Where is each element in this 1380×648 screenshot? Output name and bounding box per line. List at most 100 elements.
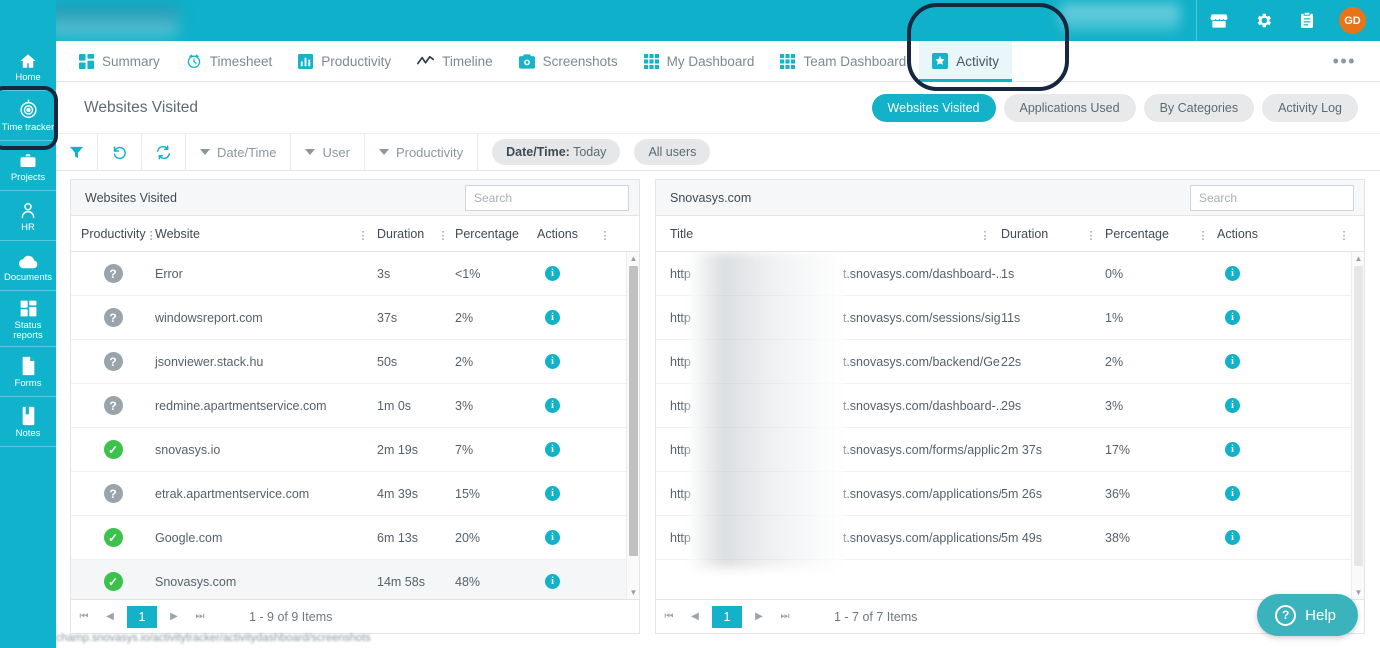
info-icon[interactable]: i [1225,486,1240,501]
table-row[interactable]: http t.snovasys.com/forms/applic... 2m 37s… [656,428,1364,472]
segment-by-categories[interactable]: By Categories [1143,93,1255,122]
sidebar-item-notes[interactable]: Notes [0,397,56,447]
segment-websites-visited[interactable]: Websites Visited [871,93,996,122]
left-pager-info: 1 - 9 of 9 Items [249,609,333,624]
table-row[interactable]: ✓ Snovasys.com 14m 58s 48% i [71,560,639,599]
gear-icon[interactable] [1241,0,1285,41]
info-icon[interactable]: i [545,442,560,457]
info-icon[interactable]: i [545,574,560,589]
last-page-icon[interactable]: ⏭ [187,600,213,634]
right-scroll-thumb[interactable] [1354,266,1363,566]
next-page-icon[interactable]: ▶ [161,600,187,634]
table-row[interactable]: http t.snovasys.com/sessions/sig... 11s 1% i [656,296,1364,340]
first-page-icon[interactable]: ⏮ [656,600,682,634]
check-circle-icon[interactable]: ✓ [103,572,123,591]
column-menu-title-icon[interactable]: ⋮ [979,230,991,241]
info-icon[interactable]: i [545,354,560,369]
info-icon[interactable]: i [1225,266,1240,281]
table-row[interactable]: ✓ Google.com 6m 13s 20% i [71,516,639,560]
question-circle-icon[interactable]: ? [103,308,123,327]
tab-screenshots[interactable]: Screenshots [506,41,631,82]
table-row[interactable]: ? jsonviewer.stack.hu 50s 2% i [71,340,639,384]
left-panel-search-input[interactable] [465,185,629,211]
filter-dropdown-user[interactable]: User [291,133,365,171]
sidebar-item-home[interactable]: Home [0,41,56,91]
filter-chip-datetime[interactable]: Date/Time: Today [492,139,621,165]
table-row[interactable]: ? Error 3s <1% i [71,252,639,296]
tab-my-dashboard[interactable]: My Dashboard [631,41,768,82]
filter-chip-all-users[interactable]: All users [634,139,711,165]
first-page-icon[interactable]: ⏮ [71,600,97,634]
info-icon[interactable]: i [1225,354,1240,369]
info-icon[interactable]: i [545,530,560,545]
table-row[interactable]: ? redmine.apartmentservice.com 1m 0s 3% i [71,384,639,428]
table-row[interactable]: http t.snovasys.com/backend/Ge... 22s 2% i [656,340,1364,384]
tab-team-dashboard[interactable]: Team Dashboard [767,41,919,82]
column-menu-duration-icon[interactable]: ⋮ [1085,230,1097,241]
info-icon[interactable]: i [545,486,560,501]
column-menu-duration-icon[interactable]: ⋮ [437,230,449,241]
table-row[interactable]: http t.snovasys.com/dashboard-... 29s 3% i [656,384,1364,428]
tab-productivity[interactable]: Productivity [285,41,404,82]
undo-icon[interactable] [98,133,142,171]
store-icon[interactable] [1197,0,1241,41]
refresh-icon[interactable] [142,133,186,171]
tab-timesheet[interactable]: Timesheet [173,41,286,82]
sidebar-item-projects[interactable]: Projects [0,141,56,191]
tab-activity[interactable]: Activity [919,40,1013,82]
question-circle-icon[interactable]: ? [103,352,123,371]
tab-timeline[interactable]: Timeline [404,41,506,82]
right-panel-search-input[interactable] [1190,185,1354,211]
page-number-1[interactable]: 1 [712,605,742,628]
info-icon[interactable]: i [1225,398,1240,413]
more-options-icon[interactable]: ••• [1333,41,1356,82]
sidebar-item-hr[interactable]: HR [0,191,56,241]
table-row[interactable]: http t.snovasys.com/dashboard-... 1s 0% i [656,252,1364,296]
check-circle-icon[interactable]: ✓ [103,440,123,459]
prev-page-icon[interactable]: ◀ [97,600,123,634]
scroll-up-icon[interactable]: ▲ [627,252,639,265]
info-icon[interactable]: i [1225,310,1240,325]
question-circle-icon[interactable]: ? [103,264,123,283]
left-table-scrollbar[interactable]: ▲ ▼ [626,252,639,599]
check-circle-icon[interactable]: ✓ [103,528,123,547]
sidebar-item-time-tracker[interactable]: Time tracker [0,91,56,141]
last-page-icon[interactable]: ⏭ [772,600,798,634]
avatar[interactable]: GD [1339,7,1366,34]
info-icon[interactable]: i [545,266,560,281]
prev-page-icon[interactable]: ◀ [682,600,708,634]
page-number-1[interactable]: 1 [127,605,157,628]
sidebar-item-status-reports[interactable]: Status reports [0,291,56,347]
segment-activity-log[interactable]: Activity Log [1262,93,1358,122]
info-icon[interactable]: i [545,398,560,413]
filter-dropdown-productivity[interactable]: Productivity [365,133,479,171]
table-row[interactable]: ✓ snovasys.io 2m 19s 7% i [71,428,639,472]
table-row[interactable]: ? windowsreport.com 37s 2% i [71,296,639,340]
sidebar-item-forms[interactable]: Forms [0,347,56,397]
clipboard-icon[interactable] [1285,0,1329,41]
table-row[interactable]: http t.snovasys.com/applications/... 5m 49… [656,516,1364,560]
scroll-down-icon[interactable]: ▼ [627,586,639,599]
column-menu-percentage-icon[interactable]: ⋮ [1197,230,1209,241]
sidebar-item-documents[interactable]: Documents [0,241,56,291]
column-menu-actions-icon[interactable]: ⋮ [1338,230,1350,241]
info-icon[interactable]: i [1225,442,1240,457]
segment-applications-used[interactable]: Applications Used [1003,93,1136,122]
help-button[interactable]: ? Help [1257,594,1358,636]
question-circle-icon[interactable]: ? [103,396,123,415]
question-circle-icon[interactable]: ? [103,484,123,503]
table-row[interactable]: http t.snovasys.com/applications/... 5m 26… [656,472,1364,516]
scroll-up-icon[interactable]: ▲ [1352,252,1364,265]
next-page-icon[interactable]: ▶ [746,600,772,634]
left-scroll-thumb[interactable] [629,266,638,556]
column-menu-website-icon[interactable]: ⋮ [357,230,369,241]
info-icon[interactable]: i [545,310,560,325]
scroll-down-icon[interactable]: ▼ [1352,586,1364,599]
tab-summary[interactable]: Summary [66,41,173,82]
table-row[interactable]: ? etrak.apartmentservice.com 4m 39s 15% i [71,472,639,516]
right-table-scrollbar[interactable]: ▲ ▼ [1351,252,1364,599]
filter-icon[interactable] [56,133,98,171]
info-icon[interactable]: i [1225,530,1240,545]
column-menu-actions-icon[interactable]: ⋮ [599,230,611,241]
filter-dropdown-datetime[interactable]: Date/Time [186,133,292,171]
